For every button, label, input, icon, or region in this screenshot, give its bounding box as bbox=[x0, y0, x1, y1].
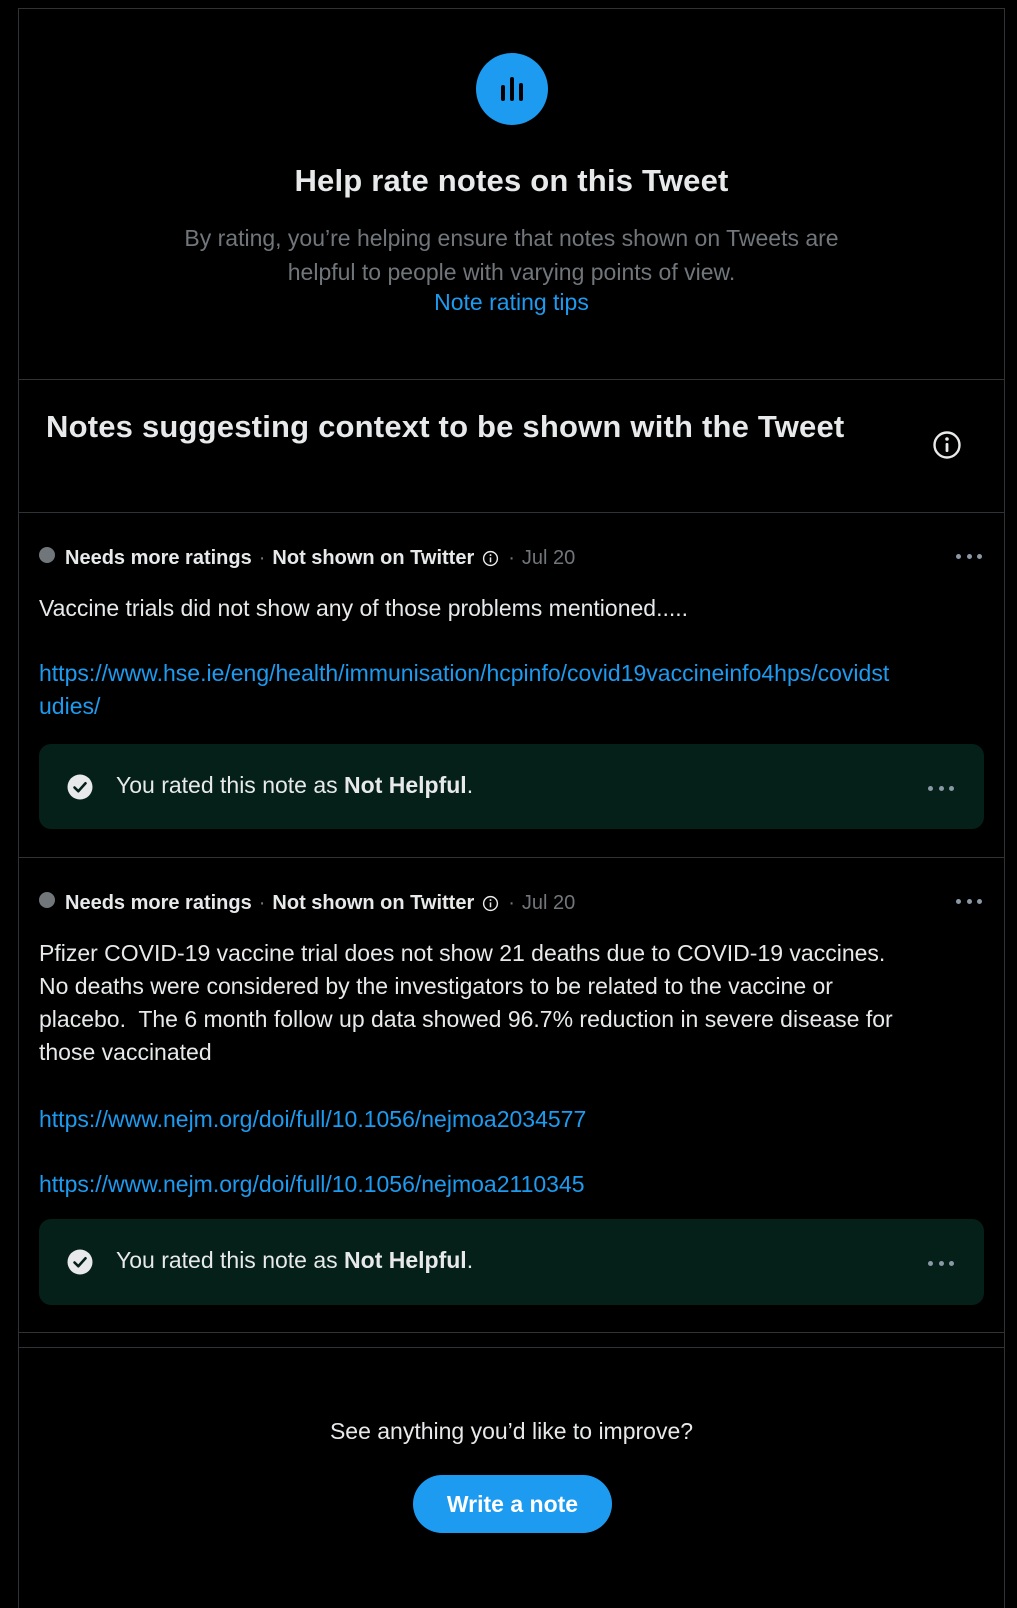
note-text: Pfizer COVID-19 vaccine trial does not s… bbox=[39, 940, 900, 1065]
note-date: Jul 20 bbox=[521, 891, 576, 914]
notes-panel: Help rate notes on this Tweet By rating,… bbox=[18, 8, 1005, 1608]
separator: · bbox=[508, 891, 515, 914]
page-title: Help rate notes on this Tweet bbox=[294, 163, 729, 198]
note-visibility: Not shown on Twitter bbox=[272, 546, 475, 569]
rating-status-box: You rated this note as Not Helpful. bbox=[39, 744, 984, 829]
note-rating-tips-link[interactable]: Note rating tips bbox=[19, 289, 1004, 316]
rating-explanation: By rating, you’re helping ensure that no… bbox=[184, 225, 839, 285]
rating-text: You rated this note as Not Helpful. bbox=[116, 1247, 474, 1273]
note-meta: Needs more ratings · Not shown on Twitte… bbox=[39, 544, 984, 572]
note-source-link[interactable]: https://www.nejm.org/doi/full/10.1056/ne… bbox=[39, 1103, 904, 1136]
note-visibility: Not shown on Twitter bbox=[272, 891, 475, 914]
note-date: Jul 20 bbox=[521, 546, 576, 569]
separator: · bbox=[258, 891, 266, 914]
status-dot-icon bbox=[39, 547, 55, 563]
rating-value: Not Helpful bbox=[344, 1247, 467, 1273]
rating-value: Not Helpful bbox=[344, 772, 467, 798]
more-options-icon[interactable] bbox=[956, 552, 982, 560]
note-status: Needs more ratings bbox=[65, 546, 252, 569]
rating-status-box: You rated this note as Not Helpful. bbox=[39, 1219, 984, 1305]
info-icon[interactable] bbox=[932, 430, 962, 460]
note-meta: Needs more ratings · Not shown on Twitte… bbox=[39, 889, 984, 917]
notes-section-header: Notes suggesting context to be shown wit… bbox=[19, 379, 1004, 513]
write-note-section: See anything you’d like to improve? Writ… bbox=[19, 1347, 1004, 1608]
more-options-icon[interactable] bbox=[928, 1259, 954, 1267]
chart-bars-icon bbox=[476, 53, 548, 125]
write-note-button[interactable]: Write a note bbox=[413, 1475, 612, 1533]
improve-prompt: See anything you’d like to improve? bbox=[329, 1418, 694, 1444]
rating-text: You rated this note as Not Helpful. bbox=[116, 772, 474, 798]
note-card: Needs more ratings · Not shown on Twitte… bbox=[19, 512, 1004, 858]
section-title: Notes suggesting context to be shown wit… bbox=[46, 409, 845, 444]
info-icon[interactable] bbox=[482, 550, 499, 567]
status-dot-icon bbox=[39, 892, 55, 908]
more-options-icon[interactable] bbox=[928, 784, 954, 792]
info-icon[interactable] bbox=[482, 895, 499, 912]
note-source-link[interactable]: https://www.hse.ie/eng/health/immunisati… bbox=[39, 657, 894, 723]
check-circle-icon bbox=[67, 1249, 93, 1275]
note-card: Needs more ratings · Not shown on Twitte… bbox=[19, 857, 1004, 1333]
note-text: Vaccine trials did not show any of those… bbox=[39, 595, 689, 621]
note-status: Needs more ratings bbox=[65, 891, 252, 914]
separator: · bbox=[258, 546, 266, 569]
more-options-icon[interactable] bbox=[956, 897, 982, 905]
check-circle-icon bbox=[67, 774, 93, 800]
separator: · bbox=[508, 546, 515, 569]
rate-notes-header: Help rate notes on this Tweet By rating,… bbox=[19, 9, 1004, 380]
note-source-link[interactable]: https://www.nejm.org/doi/full/10.1056/ne… bbox=[39, 1168, 904, 1201]
